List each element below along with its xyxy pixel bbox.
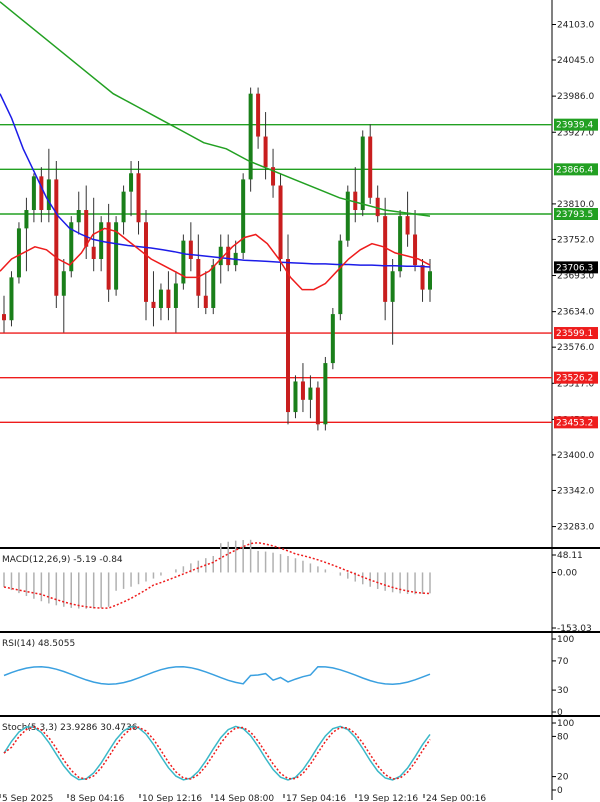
stoch-y-label: 0 <box>557 786 563 796</box>
candle-body <box>188 240 193 259</box>
rsi-label: RSI(14) 48.5055 <box>2 639 75 649</box>
candle-body <box>413 234 418 266</box>
x-tick-label: 17 Sep 04:16 <box>286 794 346 802</box>
candle-body <box>323 363 328 425</box>
x-tick-label: 24 Sep 00:16 <box>426 794 486 802</box>
candle-body <box>16 228 21 278</box>
candle-body <box>106 222 111 290</box>
stoch-label: Stoch(5,3,3) 23.9286 30.4736 <box>2 723 138 733</box>
stoch-y-label: 20 <box>557 773 569 783</box>
rsi-y-label: 100 <box>557 635 574 645</box>
y-tick-label: 23752.0 <box>557 235 594 245</box>
candle-body <box>218 246 223 266</box>
candle-body <box>241 179 246 253</box>
x-axis-labels: 5 Sep 2025 8 Sep 04:16 10 Sep 12:16 14 Sep … <box>0 794 486 802</box>
resistance-level-label: 23939.4 <box>556 121 593 131</box>
candle-body <box>121 191 126 223</box>
candle-body <box>330 314 335 364</box>
main-price-panel: 24103.024045.023986.023927.023810.023752… <box>0 0 600 800</box>
stoch-y-label: 80 <box>557 732 569 742</box>
x-tick-label: 5 Sep 2025 <box>2 794 53 802</box>
x-tick-label: 19 Sep 12:16 <box>358 794 418 802</box>
stoch-panel: Stoch(5,3,3) 23.9286 30.4736 100 80 20 0 <box>2 719 574 796</box>
x-tick-label: 10 Sep 12:16 <box>142 794 202 802</box>
candle-body <box>166 289 171 308</box>
support-level-label: 23453.2 <box>556 418 593 428</box>
candle-body <box>286 258 290 413</box>
x-tick-label: 8 Sep 04:16 <box>70 794 125 802</box>
candle-body <box>136 173 141 223</box>
y-tick-label: 23400.0 <box>557 451 594 461</box>
candle-body <box>263 136 268 168</box>
stoch-y-label: 100 <box>557 719 574 729</box>
candle-body <box>211 265 216 308</box>
candle-body <box>293 381 298 413</box>
candle-body <box>300 381 305 400</box>
candle-body <box>61 271 66 296</box>
rsi-y-label: 70 <box>557 657 569 667</box>
candle-body <box>129 173 134 192</box>
ma-mid-line <box>0 93 431 268</box>
ma-slow-line <box>0 1 431 217</box>
candle-body <box>368 136 373 198</box>
rsi-y-label: 30 <box>557 686 569 696</box>
rsi-panel: RSI(14) 48.5055 100 70 30 0 <box>2 635 574 718</box>
candle-body <box>308 387 313 400</box>
resistance-level-label: 23793.5 <box>556 210 593 220</box>
candle-body <box>405 216 410 235</box>
candle-body <box>278 185 283 259</box>
y-tick-label: 24103.0 <box>557 20 594 30</box>
candle-body <box>54 179 59 296</box>
candle-body <box>203 295 208 308</box>
rsi-line <box>3 666 431 686</box>
chart-canvas: 24103.024045.023986.023927.023810.023752… <box>0 0 600 802</box>
candle-body <box>428 271 432 290</box>
macd-y-label: 0.00 <box>557 568 577 578</box>
macd-signal-line <box>3 541 431 609</box>
last-price-label: 23706.3 <box>556 263 593 273</box>
y-tick-label: 24045.0 <box>557 56 594 66</box>
candle-body <box>9 277 14 321</box>
candle-body <box>315 387 320 425</box>
support-level-label: 23526.2 <box>556 374 593 384</box>
candle-body <box>2 314 6 321</box>
x-tick-label: 14 Sep 08:00 <box>214 794 274 802</box>
candle-body <box>248 93 253 180</box>
candle-body <box>360 136 365 211</box>
y-tick-label: 23634.0 <box>557 308 594 318</box>
support-level-label: 23599.1 <box>556 329 593 339</box>
candle-body <box>158 289 163 308</box>
y-tick-label: 23986.0 <box>557 92 594 102</box>
macd-y-label: -153.03 <box>557 624 592 634</box>
candle-body <box>84 210 89 247</box>
candle-body <box>24 210 29 229</box>
candle-body <box>390 271 395 302</box>
candle-body <box>420 265 425 290</box>
candle-body <box>91 246 96 259</box>
candle-body <box>151 301 156 308</box>
candle-body <box>398 216 403 272</box>
candle-body <box>338 240 343 315</box>
y-tick-label: 23283.0 <box>557 523 594 533</box>
resistance-level-label: 23866.4 <box>556 165 593 175</box>
y-tick-label: 23342.0 <box>557 486 594 496</box>
candle-body <box>173 283 178 308</box>
stoch-main-line <box>3 725 431 781</box>
candle-body <box>31 176 36 211</box>
candle-body <box>256 93 261 137</box>
candle-body <box>383 216 388 302</box>
candle-body <box>76 210 81 223</box>
y-tick-label: 23576.0 <box>557 343 594 353</box>
candle-body <box>46 179 51 211</box>
macd-panel: MACD(12,26,9) -5.19 -0.84 48.11 0.00 -153.0… <box>2 539 592 634</box>
macd-y-label: 48.11 <box>557 551 583 561</box>
candle-body <box>144 222 148 302</box>
macd-label: MACD(12,26,9) -5.19 -0.84 <box>2 555 123 565</box>
candle-body <box>353 191 358 211</box>
candle-body <box>39 176 44 211</box>
rsi-y-label: 0 <box>557 708 563 718</box>
